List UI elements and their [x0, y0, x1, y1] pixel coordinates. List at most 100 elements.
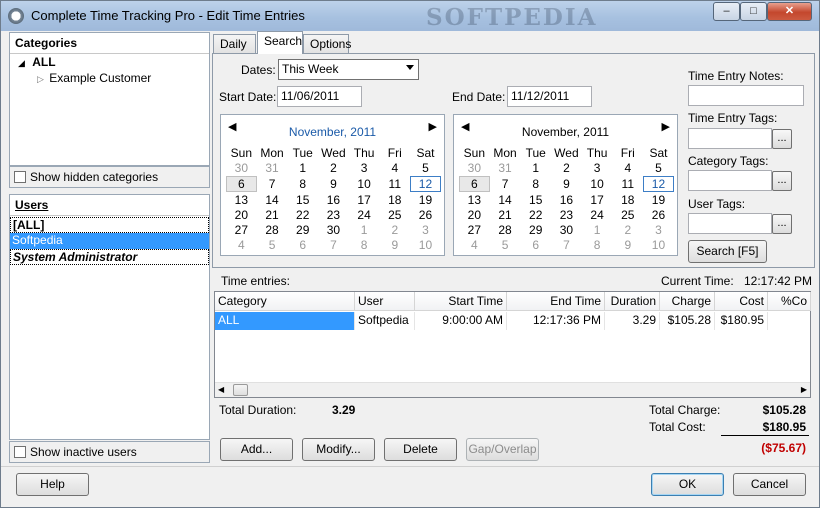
calendar-day[interactable]: 7	[318, 238, 349, 253]
calendar-day[interactable]: 31	[257, 161, 288, 176]
column-header-start-time[interactable]: Start Time	[415, 292, 507, 311]
user-item-all[interactable]: [ALL]	[10, 217, 209, 233]
calendar-day[interactable]: 3	[410, 223, 441, 238]
calendar-day[interactable]: 10	[349, 177, 380, 192]
next-month-icon[interactable]: ▶	[429, 120, 437, 133]
calendar-day[interactable]: 9	[318, 177, 349, 192]
calendar-day[interactable]: 6	[459, 176, 490, 192]
calendar-day[interactable]: 10	[582, 177, 613, 192]
calendar-day[interactable]: 28	[490, 223, 521, 238]
calendar-day[interactable]: 15	[520, 193, 551, 208]
dates-dropdown[interactable]: This Week	[278, 59, 419, 80]
calendar-day[interactable]: 6	[287, 238, 318, 253]
calendar-day[interactable]: 2	[612, 223, 643, 238]
calendar-day[interactable]: 12	[643, 176, 674, 192]
scrollbar-thumb[interactable]	[233, 384, 248, 396]
table-cell-category[interactable]: ALL	[215, 312, 355, 330]
calendar-day[interactable]: 19	[410, 193, 441, 208]
calendar-grid[interactable]: Sun Mon Tue Wed Thu Fri Sat30 31 1 2 3 4 56 7 8 9 10 11 12…	[459, 146, 674, 253]
delete-button[interactable]: Delete	[384, 438, 457, 461]
calendar-day[interactable]: 8	[520, 177, 551, 192]
tree-item-all[interactable]: ◢ ALL	[18, 55, 56, 69]
minimize-button[interactable]: –	[713, 2, 740, 21]
show-inactive-users-checkbox[interactable]: Show inactive users	[9, 441, 210, 463]
calendar-day[interactable]: 7	[551, 238, 582, 253]
calendar-day[interactable]: 4	[459, 238, 490, 253]
calendar-day[interactable]: 7	[490, 177, 521, 192]
scroll-right-icon[interactable]: ▶	[801, 385, 807, 394]
tab-daily[interactable]: Daily	[213, 34, 256, 53]
calendar-day[interactable]: 6	[226, 176, 257, 192]
calendar-day[interactable]: 5	[257, 238, 288, 253]
calendar-day[interactable]: 25	[379, 208, 410, 223]
calendar-grid[interactable]: Sun Mon Tue Wed Thu Fri Sat30 31 1 2 3 4 56 7 8 9 10 11 12…	[226, 146, 441, 253]
calendar-day[interactable]: 8	[582, 238, 613, 253]
search-button[interactable]: Search [F5]	[688, 240, 767, 263]
calendar-day[interactable]: 30	[459, 161, 490, 176]
calendar-day[interactable]: 26	[410, 208, 441, 223]
time-entry-tags-field[interactable]	[688, 128, 772, 149]
calendar-day[interactable]: 14	[257, 193, 288, 208]
calendar-day[interactable]: 9	[379, 238, 410, 253]
horizontal-scrollbar[interactable]: ◀ ▶	[215, 382, 810, 397]
add-button[interactable]: Add...	[220, 438, 293, 461]
maximize-button[interactable]: □	[740, 2, 767, 21]
calendar-day[interactable]: 4	[379, 161, 410, 176]
category-tags-field[interactable]	[688, 170, 772, 191]
calendar-day[interactable]: 9	[612, 238, 643, 253]
modify-button[interactable]: Modify...	[302, 438, 375, 461]
calendar-day[interactable]: 11	[612, 177, 643, 192]
end-date-field[interactable]: 11/12/2011	[507, 86, 592, 107]
table-cell-percent-cost[interactable]	[768, 312, 811, 330]
help-button[interactable]: Help	[16, 473, 89, 496]
scroll-left-icon[interactable]: ◀	[218, 385, 224, 394]
calendar-day[interactable]: 10	[643, 238, 674, 253]
calendar-day[interactable]: 5	[490, 238, 521, 253]
time-entry-tags-browse-button[interactable]: ...	[772, 129, 792, 149]
calendar-day[interactable]: 17	[582, 193, 613, 208]
calendar-day[interactable]: 28	[257, 223, 288, 238]
calendar-day[interactable]: 8	[349, 238, 380, 253]
checkbox-box[interactable]	[14, 446, 26, 458]
cancel-button[interactable]: Cancel	[733, 473, 806, 496]
calendar-day[interactable]: 8	[287, 177, 318, 192]
column-header-category[interactable]: Category	[215, 292, 355, 311]
time-entries-table[interactable]: Category User Start Time End Time Durati…	[214, 291, 811, 398]
calendar-day[interactable]: 12	[410, 176, 441, 192]
calendar-day[interactable]: 2	[379, 223, 410, 238]
calendar-day[interactable]: 1	[520, 161, 551, 176]
calendar-day[interactable]: 22	[287, 208, 318, 223]
calendar-day[interactable]: 26	[643, 208, 674, 223]
tab-options[interactable]: Options	[303, 34, 351, 53]
calendar-day[interactable]: 5	[410, 161, 441, 176]
calendar-day[interactable]: 23	[318, 208, 349, 223]
calendar-day[interactable]: 5	[643, 161, 674, 176]
gap-overlap-button[interactable]: Gap/Overlap	[466, 438, 539, 461]
calendar-day[interactable]: 29	[287, 223, 318, 238]
start-date-field[interactable]: 11/06/2011	[277, 86, 362, 107]
calendar-day[interactable]: 24	[582, 208, 613, 223]
calendar-day[interactable]: 15	[287, 193, 318, 208]
user-tags-browse-button[interactable]: ...	[772, 214, 792, 234]
time-entry-notes-field[interactable]	[688, 85, 804, 106]
calendar-day[interactable]: 3	[349, 161, 380, 176]
calendar-day[interactable]: 16	[318, 193, 349, 208]
calendar-day[interactable]: 13	[459, 193, 490, 208]
calendar-day[interactable]: 20	[226, 208, 257, 223]
calendar-day[interactable]: 21	[490, 208, 521, 223]
calendar-day[interactable]: 4	[226, 238, 257, 253]
column-header-percent-cost[interactable]: %Co	[768, 292, 811, 311]
calendar-day[interactable]: 3	[643, 223, 674, 238]
calendar-day[interactable]: 25	[612, 208, 643, 223]
calendar-day[interactable]: 17	[349, 193, 380, 208]
user-tags-field[interactable]	[688, 213, 772, 234]
calendar-day[interactable]: 4	[612, 161, 643, 176]
column-header-cost[interactable]: Cost	[715, 292, 768, 311]
close-button[interactable]: ✕	[767, 2, 812, 21]
calendar-day[interactable]: 30	[318, 223, 349, 238]
checkbox-box[interactable]	[14, 171, 26, 183]
table-cell-charge[interactable]: $105.28	[660, 312, 715, 330]
expand-icon[interactable]: ◢	[18, 58, 25, 68]
calendar-day[interactable]: 6	[520, 238, 551, 253]
calendar-day[interactable]: 14	[490, 193, 521, 208]
